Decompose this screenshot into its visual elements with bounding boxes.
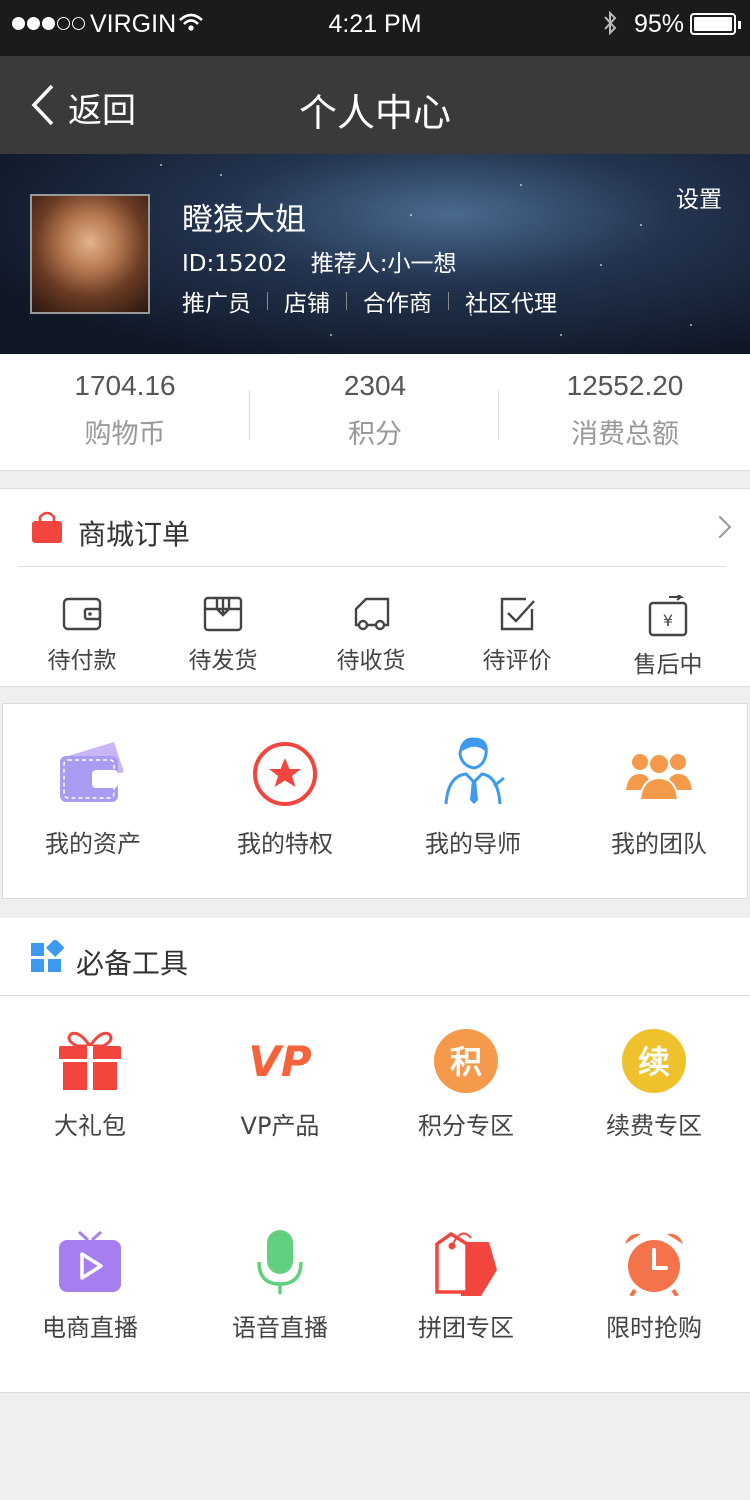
microphone-icon — [257, 1230, 303, 1294]
order-pending-shipment[interactable]: 待发货 — [153, 595, 293, 675]
vp-logo: VP — [248, 1037, 312, 1086]
role-label: 合作商 — [363, 291, 432, 317]
mentor-icon — [444, 737, 505, 805]
battery-percent: 95% — [634, 10, 685, 38]
tool-label: 限时抢购 — [606, 1314, 702, 1342]
page-title: 个人中心 — [298, 91, 451, 135]
order-after-sales[interactable]: ¥ 售后中 — [598, 595, 738, 679]
stat-label: 积分 — [348, 419, 402, 450]
tags-icon — [435, 1231, 497, 1296]
order-pending-review[interactable]: 待评价 — [447, 595, 587, 675]
tool-voice-live[interactable]: 语音直播 — [190, 1230, 370, 1343]
feature-label: 我的导师 — [425, 830, 521, 858]
nav-bar: 返回 个人中心 — [0, 56, 750, 154]
renew-icon: 续 — [622, 1029, 686, 1093]
stat-value: 2304 — [343, 370, 407, 401]
tool-label: 语音直播 — [232, 1314, 328, 1342]
user-id-line: ID:15202 推荐人:小一想 — [182, 244, 456, 278]
check-icon — [500, 597, 535, 631]
essential-tools-section: 必备工具 大礼包 VP VP产品 积 积分专区 续 续费专区 电商直播 语音直播… — [0, 918, 750, 1393]
order-label: 待评价 — [482, 648, 552, 674]
divider — [0, 995, 750, 996]
user-name: 瞪猿大姐 — [182, 202, 306, 238]
tool-label: 电商直播 — [42, 1314, 138, 1342]
stats-bar: 1704.16 购物币 2304 积分 12552.20 消费总额 — [0, 354, 750, 471]
role-label: 社区代理 — [465, 291, 557, 317]
shopping-bag-icon — [32, 511, 62, 543]
avatar[interactable] — [30, 194, 150, 314]
tool-ecommerce-live[interactable]: 电商直播 — [0, 1230, 180, 1343]
star-icon — [253, 742, 317, 806]
order-label: 待付款 — [47, 648, 117, 674]
gift-icon — [59, 1031, 121, 1090]
svg-text:积: 积 — [450, 1043, 482, 1081]
svg-text:续: 续 — [638, 1043, 670, 1081]
tool-vp-products[interactable]: VP VP产品 — [190, 1028, 370, 1141]
tv-play-icon — [59, 1230, 121, 1292]
team-icon — [626, 753, 692, 801]
referrer: 推荐人:小一想 — [310, 251, 457, 277]
settings-link[interactable]: 设置 — [676, 180, 722, 214]
wallet-icon — [62, 597, 102, 631]
tool-points-zone[interactable]: 积 积分专区 — [376, 1028, 556, 1141]
tool-gift-pack[interactable]: 大礼包 — [0, 1028, 180, 1141]
stat-total-spent[interactable]: 12552.20 消费总额 — [500, 354, 750, 451]
svg-text:VP: VP — [248, 1037, 312, 1086]
stat-value: 12552.20 — [566, 370, 684, 401]
divider — [498, 390, 499, 440]
alarm-clock-icon — [625, 1233, 683, 1296]
tools-title: 必备工具 — [76, 947, 189, 980]
feature-label: 我的资产 — [45, 830, 141, 858]
feature-label: 我的特权 — [237, 830, 333, 858]
yen-icon: ¥ — [648, 595, 688, 637]
stat-label: 购物币 — [84, 419, 166, 450]
tools-grid-icon — [31, 940, 64, 972]
battery-icon — [690, 13, 741, 35]
tool-label: VP产品 — [240, 1112, 320, 1140]
tool-label: 大礼包 — [54, 1112, 126, 1140]
mall-orders-section: 商城订单 待付款 待发货 待收货 待评价 ¥ 售后中 — [0, 488, 750, 687]
chevron-right-icon[interactable] — [708, 515, 732, 539]
my-assets[interactable]: 我的资产 — [3, 736, 183, 859]
role-label: 推广员 — [182, 291, 251, 317]
svg-text:¥: ¥ — [663, 611, 673, 630]
order-label: 待发货 — [188, 648, 258, 674]
order-label: 售后中 — [633, 652, 703, 678]
order-pending-receipt[interactable]: 待收货 — [301, 595, 441, 675]
my-privileges[interactable]: 我的特权 — [195, 736, 375, 859]
role-label: 店铺 — [284, 291, 330, 317]
divider — [18, 566, 726, 567]
order-label: 待收货 — [336, 648, 406, 674]
user-roles: 推广员 店铺 合作商 社区代理 — [182, 284, 557, 318]
feature-label: 我的团队 — [611, 830, 707, 858]
truck-icon — [354, 597, 390, 631]
order-pending-payment[interactable]: 待付款 — [12, 595, 152, 675]
box-icon — [203, 596, 243, 632]
tool-label: 积分专区 — [418, 1112, 514, 1140]
my-mentor[interactable]: 我的导师 — [383, 736, 563, 859]
stat-value: 1704.16 — [74, 370, 176, 401]
points-icon: 积 — [434, 1029, 498, 1093]
stat-shopping-coins[interactable]: 1704.16 购物币 — [0, 354, 250, 451]
bluetooth-icon — [604, 10, 617, 36]
my-team[interactable]: 我的团队 — [569, 736, 749, 859]
tool-label: 续费专区 — [606, 1112, 702, 1140]
stat-points[interactable]: 2304 积分 — [250, 354, 500, 451]
profile-header: 瞪猿大姐 ID:15202 推荐人:小一想 推广员 店铺 合作商 社区代理 设置 — [0, 154, 750, 354]
status-bar: VIRGIN 4:21 PM 95% — [0, 0, 750, 56]
tool-group-buy[interactable]: 拼团专区 — [376, 1230, 556, 1343]
my-features-section: 我的资产 我的特权 我的导师 我的团队 — [2, 703, 748, 899]
stat-label: 消费总额 — [571, 419, 679, 450]
wallet-icon — [60, 742, 124, 802]
tool-label: 拼团专区 — [418, 1314, 514, 1342]
orders-title[interactable]: 商城订单 — [78, 513, 190, 553]
tool-renewal-zone[interactable]: 续 续费专区 — [564, 1028, 744, 1141]
user-id: ID:15202 — [182, 251, 288, 277]
tool-flash-sale[interactable]: 限时抢购 — [564, 1230, 744, 1343]
